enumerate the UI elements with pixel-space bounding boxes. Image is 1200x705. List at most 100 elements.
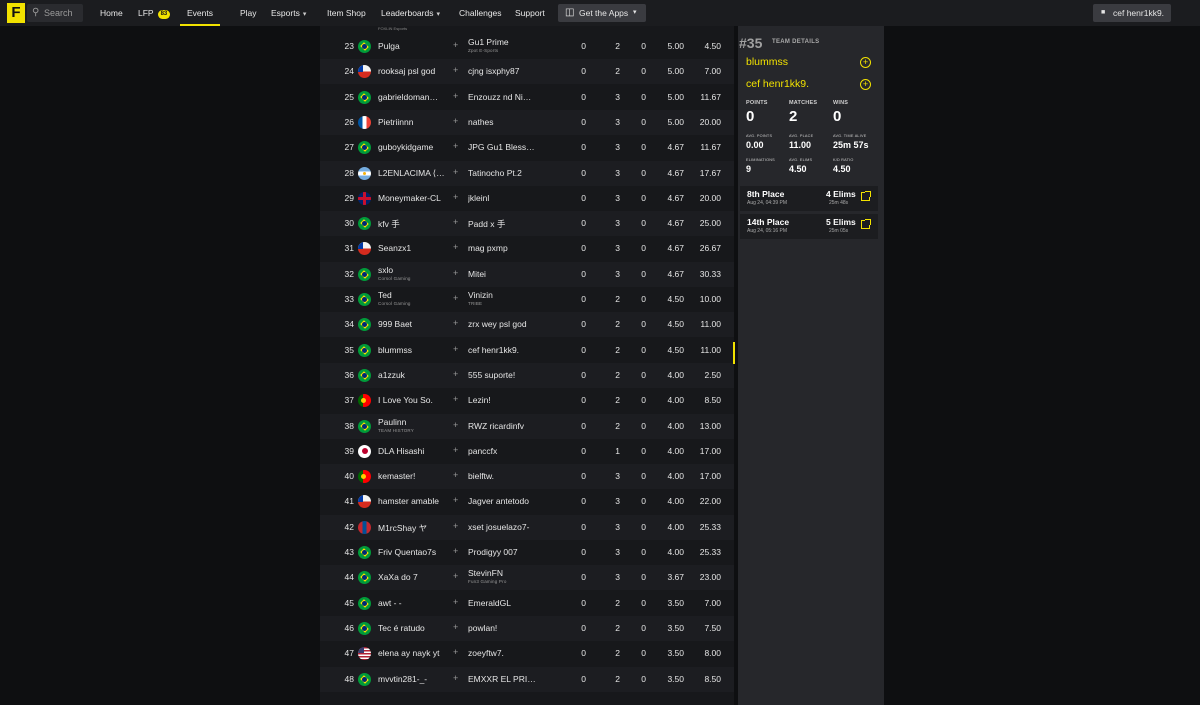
get-the-apps-button[interactable]: ◫ Get the Apps ▾ (558, 4, 646, 22)
team-member-1[interactable]: blummss (746, 56, 788, 68)
nav-item-shop[interactable]: Item Shop (327, 0, 366, 26)
player-2[interactable]: Vinizin TRIBE (468, 290, 548, 306)
player-2[interactable]: Jagver antetodo (468, 496, 548, 506)
player-1[interactable]: Moneymaker-CL (378, 193, 448, 203)
table-row[interactable]: 48 mvvtin281-_- + EMXXR EL PRI… 0 2 0 3.50 8.50 (320, 666, 734, 692)
player-2[interactable]: Padd x 手 (468, 218, 548, 230)
player-1[interactable]: L2ENLACIMA ⟨… (378, 168, 448, 179)
player-1[interactable]: awt - - (378, 598, 448, 608)
player-2[interactable]: powlan! (468, 623, 548, 633)
table-row[interactable]: 24 rooksaj psl god + cjng isxphy87 0 2 0 5.00 7.… (320, 59, 734, 85)
player-2[interactable]: Gu1 Prime Zpot E-Sports (468, 37, 548, 53)
player-1[interactable]: Pulga (378, 41, 448, 51)
player-2[interactable]: bielftw. (468, 471, 548, 481)
nav-challenges[interactable]: Challenges (459, 0, 502, 26)
player-2[interactable]: nathes (468, 117, 548, 127)
player-1[interactable]: kfv 手 (378, 218, 448, 230)
player-1[interactable]: guboykidgame (378, 142, 448, 152)
player-2[interactable]: cjng isxphy87 (468, 66, 548, 76)
table-row[interactable]: 23 Pulga + Gu1 Prime Zpot E-Sports 0 2 0 5.00 4.5… (320, 34, 734, 59)
player-2[interactable]: mag pxmp (468, 243, 548, 253)
player-1[interactable]: Seanzx1 (378, 243, 448, 253)
add-circle-icon[interactable]: + (860, 79, 871, 90)
player-2[interactable]: Tatinocho Pt.2 (468, 168, 548, 178)
player-2[interactable]: cef henr1kk9. (468, 345, 548, 355)
player-1[interactable]: Pietriinnn (378, 117, 448, 127)
player-1[interactable]: M1rcShay ヤ (378, 522, 448, 534)
table-row[interactable]: 40 kemaster! + bielftw. 0 3 0 4.00 17.00 (320, 464, 734, 490)
table-row[interactable]: 25 gabrieldoman… + Enzouzz nd Ni… 0 3 0 5.00 11.… (320, 85, 734, 110)
table-row[interactable]: 27 guboykidgame + JPG Gu1 Bless… 0 3 0 4.67 11.6… (320, 135, 734, 160)
table-row[interactable]: 39 DLA Hisashi + panccfx 0 1 0 4.00 17.00 (320, 439, 734, 464)
table-row[interactable]: 43 Friv Quentao7s + Prodigyy 007 0 3 0 4.00 25.3… (320, 540, 734, 565)
table-row[interactable]: 35 blummss + cef henr1kk9. 0 2 0 4.50 11.00 (320, 338, 734, 363)
nav-home[interactable]: Home (100, 0, 123, 26)
table-row[interactable]: 37 I Love You So. + Lezin! 0 2 0 4.00 8.50 (320, 388, 734, 413)
table-row[interactable]: 31 Seanzx1 + mag pxmp 0 3 0 4.67 26.67 (320, 236, 734, 261)
external-link-icon[interactable] (861, 191, 871, 201)
fortnite-tracker-logo[interactable]: F (7, 3, 25, 23)
user-menu-button[interactable]: ■ cef henr1kk9. (1093, 4, 1171, 22)
player-1[interactable]: 999 Baet (378, 319, 448, 329)
player-2[interactable]: JPG Gu1 Bless… (468, 142, 548, 152)
table-row[interactable]: 28 L2ENLACIMA ⟨… + Tatinocho Pt.2 0 3 0 4.67 17.… (320, 160, 734, 186)
player-2[interactable]: 555 suporte! (468, 370, 548, 380)
nav-support[interactable]: Support (515, 0, 545, 26)
table-row[interactable]: 32 sxlo Corsol Gaming + Mitei 0 3 0 4.67 30.33 (320, 261, 734, 287)
table-row[interactable]: 41 hamster amable + Jagver antetodo 0 3 0 4.00 2… (320, 489, 734, 514)
table-row[interactable]: 38 Paulinn TEAM HISTORY + RWZ ricardinfv 0 2 0 4… (320, 413, 734, 439)
player-2[interactable]: StevinFN Fun3 Gaming Pro (468, 568, 548, 584)
player-2[interactable]: panccfx (468, 446, 548, 456)
nav-play[interactable]: Play (240, 0, 257, 26)
wins-value: 0 (641, 597, 646, 608)
player-1[interactable]: blummss (378, 345, 448, 355)
table-row[interactable]: 36 a1zzuk +555 suporte! 0 2 0 4.00 2.50 (320, 362, 734, 388)
player-1[interactable]: a1zzuk (378, 370, 448, 380)
table-row[interactable]: 47 elena ay nayk yt + zoeyftw7. 0 2 0 3.50 8.00 (320, 641, 734, 666)
player-1[interactable]: DLA Hisashi (378, 446, 448, 456)
nav-lfp[interactable]: LFP 83 (138, 0, 171, 26)
player-2[interactable]: Mitei (468, 269, 548, 279)
player-2[interactable]: jkleinl (468, 193, 548, 203)
player-1[interactable]: Ted Corsol Gaming (378, 290, 448, 306)
player-2[interactable]: EmeraldGL (468, 598, 548, 608)
table-row[interactable]: 45 awt - - + EmeraldGL 0 2 0 3.50 7.00 (320, 591, 734, 616)
table-row[interactable]: 34 999 Baet + zrx wey psl god 0 2 0 4.50 11.00 (320, 312, 734, 338)
table-row[interactable]: 44 XaXa do 7 + StevinFN Fun3 Gaming Pro 0 3 0 3.… (320, 565, 734, 591)
player-1[interactable]: kemaster! (378, 471, 448, 481)
player-2[interactable]: Enzouzz nd Ni… (468, 92, 548, 102)
nav-leaderboards[interactable]: Leaderboards ▾ (381, 0, 440, 26)
player-1[interactable]: sxlo Corsol Gaming (378, 265, 448, 281)
table-row[interactable]: 42 M1rcShay ヤ + xset josuelazo7- 0 3 0 4.00 25.3… (320, 514, 734, 540)
player-2[interactable]: zrx wey psl god (468, 319, 548, 329)
table-row[interactable]: 26 Pietriinnn + nathes 0 3 0 5.00 20.00 (320, 109, 734, 135)
player-1[interactable]: gabrieldoman… (378, 92, 448, 102)
player-2[interactable]: Prodigyy 007 (468, 547, 548, 557)
match-card[interactable]: 8th Place Aug 24, 04:39 PM 4 Elims 25m 4… (740, 186, 878, 211)
external-link-icon[interactable] (861, 219, 871, 229)
add-circle-icon[interactable]: + (860, 57, 871, 68)
player-1[interactable]: XaXa do 7 (378, 572, 448, 582)
player-1[interactable]: rooksaj psl god (378, 66, 448, 76)
table-row[interactable]: 46 Tec é ratudo + powlan! 0 2 0 3.50 7.50 (320, 615, 734, 641)
player-1[interactable]: Paulinn TEAM HISTORY (378, 417, 448, 433)
player-1[interactable]: hamster amable (378, 496, 448, 506)
team-member-2[interactable]: cef henr1kk9. (746, 78, 809, 90)
nav-events[interactable]: Events (180, 0, 220, 26)
player-1[interactable]: mvvtin281-_- (378, 674, 448, 684)
match-card[interactable]: 14th Place Aug 24, 05:16 PM 5 Elims 25m … (740, 214, 878, 239)
player-2[interactable]: zoeyftw7. (468, 648, 548, 658)
table-row[interactable]: 30 kfv 手 + Padd x 手 0 3 0 4.67 25.00 (320, 211, 734, 237)
nav-esports[interactable]: Esports ▾ (271, 0, 306, 26)
table-row[interactable]: 33 Ted Corsol Gaming + Vinizin TRIBE 0 2 0 4.50 10… (320, 287, 734, 312)
search-input[interactable]: ⚲ Search (27, 4, 83, 22)
player-2[interactable]: EMXXR EL PRI… (468, 674, 548, 684)
player-1[interactable]: Friv Quentao7s (378, 547, 448, 557)
player-1[interactable]: elena ay nayk yt (378, 648, 448, 658)
player-2[interactable]: Lezin! (468, 395, 548, 405)
player-2[interactable]: xset josuelazo7- (468, 522, 548, 532)
player-1[interactable]: Tec é ratudo (378, 623, 448, 633)
player-2[interactable]: RWZ ricardinfv (468, 421, 548, 431)
table-row[interactable]: 29 Moneymaker-CL + jkleinl 0 3 0 4.67 20.00 (320, 186, 734, 211)
player-1[interactable]: I Love You So. (378, 395, 448, 405)
